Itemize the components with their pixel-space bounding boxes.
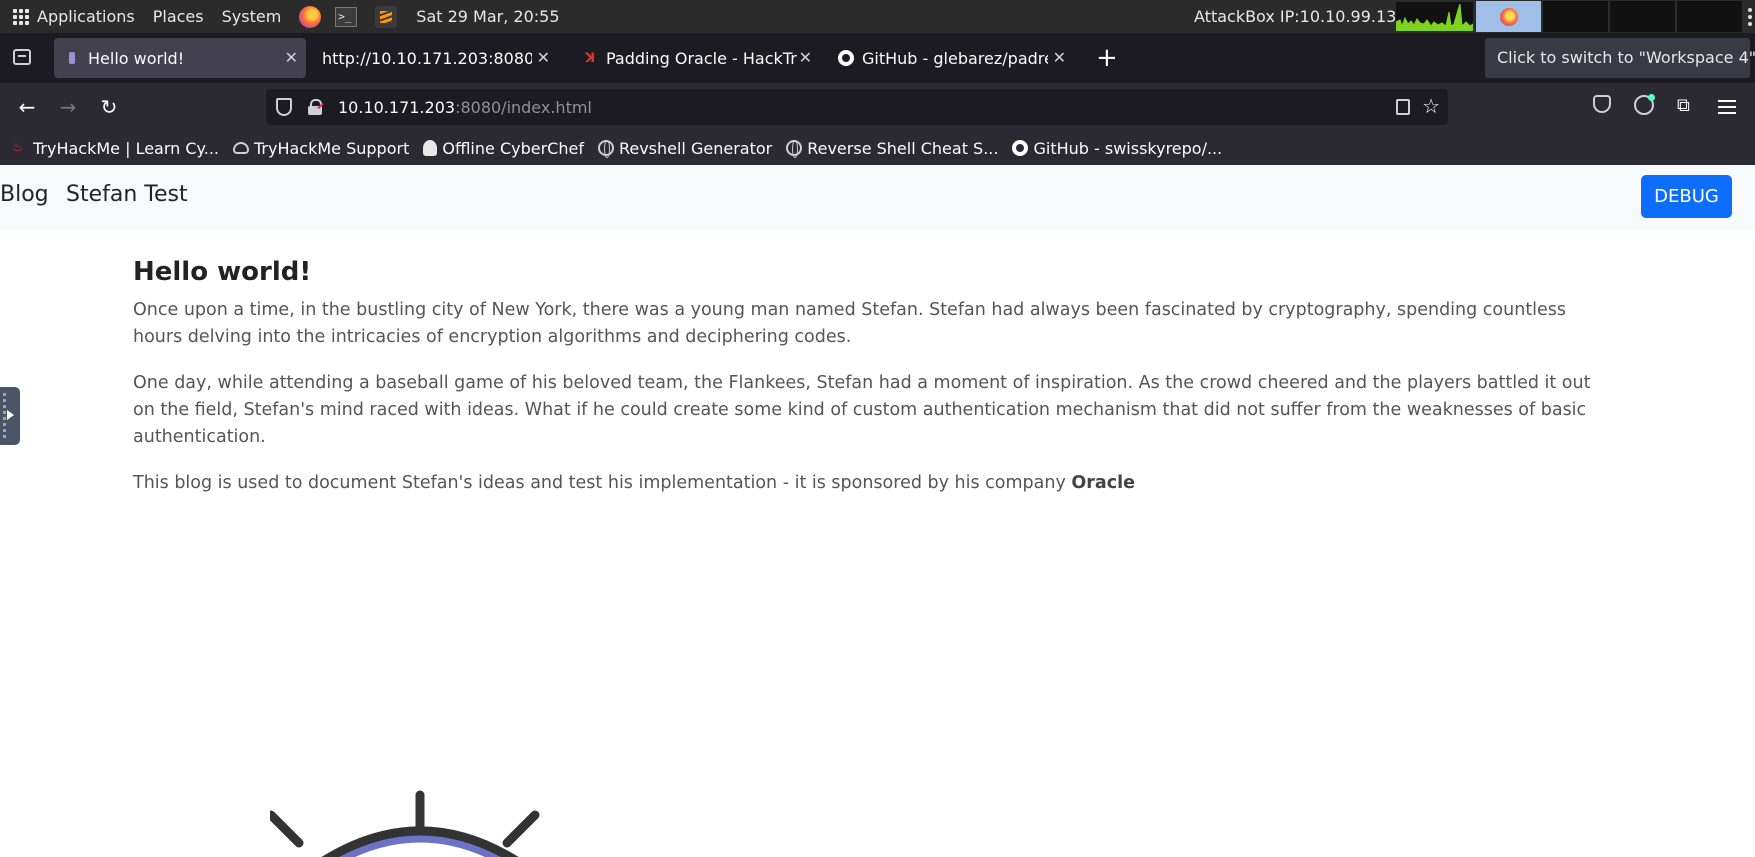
post-paragraph-1: Once upon a time, in the bustling city o… bbox=[133, 300, 1567, 347]
tab-github-padre[interactable]: GitHub - glebarez/padre: ✕ bbox=[828, 38, 1074, 78]
terminal-launcher-icon[interactable]: >_ bbox=[335, 6, 358, 27]
github-icon bbox=[1012, 140, 1029, 156]
workspace-tooltip: Click to switch to "Workspace 4" bbox=[1485, 38, 1755, 78]
firefox-window-icon bbox=[1499, 7, 1518, 26]
tracking-protection-shield-icon[interactable] bbox=[276, 98, 292, 116]
apps-grid-icon[interactable] bbox=[13, 8, 29, 25]
bookmark-tryhackme-support[interactable]: TryHackMe Support bbox=[233, 139, 409, 158]
page-favicon-icon bbox=[64, 50, 80, 66]
workspace-3[interactable] bbox=[1610, 1, 1675, 32]
bookmarks-toolbar: ♨ TryHackMe | Learn Cy... TryHackMe Suppo… bbox=[0, 131, 1755, 165]
close-tab-icon[interactable]: ✕ bbox=[285, 48, 298, 67]
reload-button[interactable]: ↻ bbox=[98, 96, 120, 118]
hacktricks-favicon-icon: ꓘ bbox=[584, 50, 596, 66]
firefox-launcher-icon[interactable] bbox=[299, 5, 322, 28]
site-brand-link[interactable]: Blog bbox=[0, 182, 49, 207]
account-icon[interactable] bbox=[1634, 94, 1655, 115]
close-tab-icon[interactable]: ✕ bbox=[799, 48, 812, 67]
url-bar[interactable]: 10.10.171.203:8080/index.html ☆ bbox=[266, 89, 1448, 125]
tryhackme-icon: ♨ bbox=[12, 140, 24, 155]
workspace-2[interactable] bbox=[1543, 1, 1608, 32]
reader-view-icon[interactable] bbox=[1396, 99, 1410, 115]
attackbox-ip: AttackBox IP:10.10.99.137 bbox=[1194, 7, 1407, 26]
sublime-launcher-icon[interactable] bbox=[375, 5, 398, 28]
tab-hello-world[interactable]: Hello world! ✕ bbox=[54, 38, 306, 78]
post-paragraph-3: This blog is used to document Stefan's i… bbox=[133, 473, 1135, 493]
tab-debug-url[interactable]: http://10.10.171.203:8080/d ✕ bbox=[312, 38, 558, 78]
github-favicon-icon bbox=[838, 50, 854, 66]
system-monitor-graph[interactable] bbox=[1396, 2, 1473, 31]
menu-system[interactable]: System bbox=[222, 0, 282, 33]
post-paragraph-2: One day, while attending a baseball game… bbox=[133, 373, 1591, 447]
forward-button[interactable]: → bbox=[57, 96, 79, 118]
clock[interactable]: Sat 29 Mar, 20:55 bbox=[416, 0, 559, 33]
back-button[interactable]: ← bbox=[16, 96, 38, 118]
bookmark-star-icon[interactable]: ☆ bbox=[1422, 94, 1440, 118]
new-tab-button[interactable]: + bbox=[1096, 41, 1118, 75]
page-viewport: Blog Stefan Test DEBUG Hello world! Once… bbox=[0, 165, 1755, 857]
decorative-arc-art bbox=[1050, 845, 1110, 857]
nav-link-stefan-test[interactable]: Stefan Test bbox=[66, 182, 188, 207]
close-tab-icon[interactable]: ✕ bbox=[1053, 48, 1066, 67]
menu-places[interactable]: Places bbox=[153, 0, 204, 33]
debug-button[interactable]: DEBUG bbox=[1641, 175, 1732, 218]
bookmark-cyberchef[interactable]: Offline CyberChef bbox=[423, 139, 584, 158]
globe-icon bbox=[786, 140, 803, 158]
insecure-lock-icon[interactable] bbox=[308, 99, 324, 115]
tab-title: GitHub - glebarez/padre: bbox=[862, 48, 1048, 68]
tab-title: http://10.10.171.203:8080/d bbox=[322, 48, 532, 68]
workspace-4[interactable] bbox=[1677, 1, 1742, 32]
site-navbar: Blog Stefan Test DEBUG bbox=[0, 165, 1755, 229]
bookmark-reverse-shell-cheatsheet[interactable]: Reverse Shell Cheat S... bbox=[786, 139, 998, 158]
bookmark-tryhackme[interactable]: ♨ TryHackMe | Learn Cy... bbox=[12, 139, 219, 158]
sponsor-name: Oracle bbox=[1071, 473, 1135, 493]
menu-applications[interactable]: Applications bbox=[37, 0, 135, 33]
globe-icon bbox=[597, 140, 614, 158]
blog-post: Hello world! Once upon a time, in the bu… bbox=[133, 257, 1613, 516]
extensions-icon[interactable]: ⧉ bbox=[1677, 95, 1690, 116]
firefox-view-icon[interactable] bbox=[13, 49, 31, 65]
pocket-icon[interactable] bbox=[1593, 95, 1611, 113]
chef-hat-icon bbox=[423, 140, 438, 156]
post-heading: Hello world! bbox=[133, 257, 312, 287]
hamburger-menu-icon[interactable] bbox=[1718, 100, 1736, 118]
workspace-1[interactable] bbox=[1476, 1, 1541, 32]
close-tab-icon[interactable]: ✕ bbox=[537, 48, 550, 67]
navigation-toolbar: ← → ↻ 10.10.171.203:8080/index.html ☆ ⧉ bbox=[0, 83, 1755, 131]
bookmark-github-swisskyrepo[interactable]: GitHub - swisskyrepo/... bbox=[1012, 139, 1222, 158]
bookmark-revshell-generator[interactable]: Revshell Generator bbox=[597, 139, 772, 158]
tab-title: Padding Oracle - HackTric bbox=[606, 48, 798, 68]
decorative-logo-art bbox=[270, 790, 540, 857]
tab-bar: Hello world! ✕ http://10.10.171.203:8080… bbox=[0, 33, 1755, 83]
tab-title: Hello world! bbox=[88, 48, 185, 68]
panel-menu-icon[interactable] bbox=[1748, 8, 1752, 29]
cloud-icon bbox=[233, 142, 249, 154]
tab-padding-oracle[interactable]: ꓘ Padding Oracle - HackTric ✕ bbox=[572, 38, 820, 78]
url-text[interactable]: 10.10.171.203:8080/index.html bbox=[338, 98, 592, 117]
sidebar-toggle-handle[interactable] bbox=[0, 387, 20, 445]
